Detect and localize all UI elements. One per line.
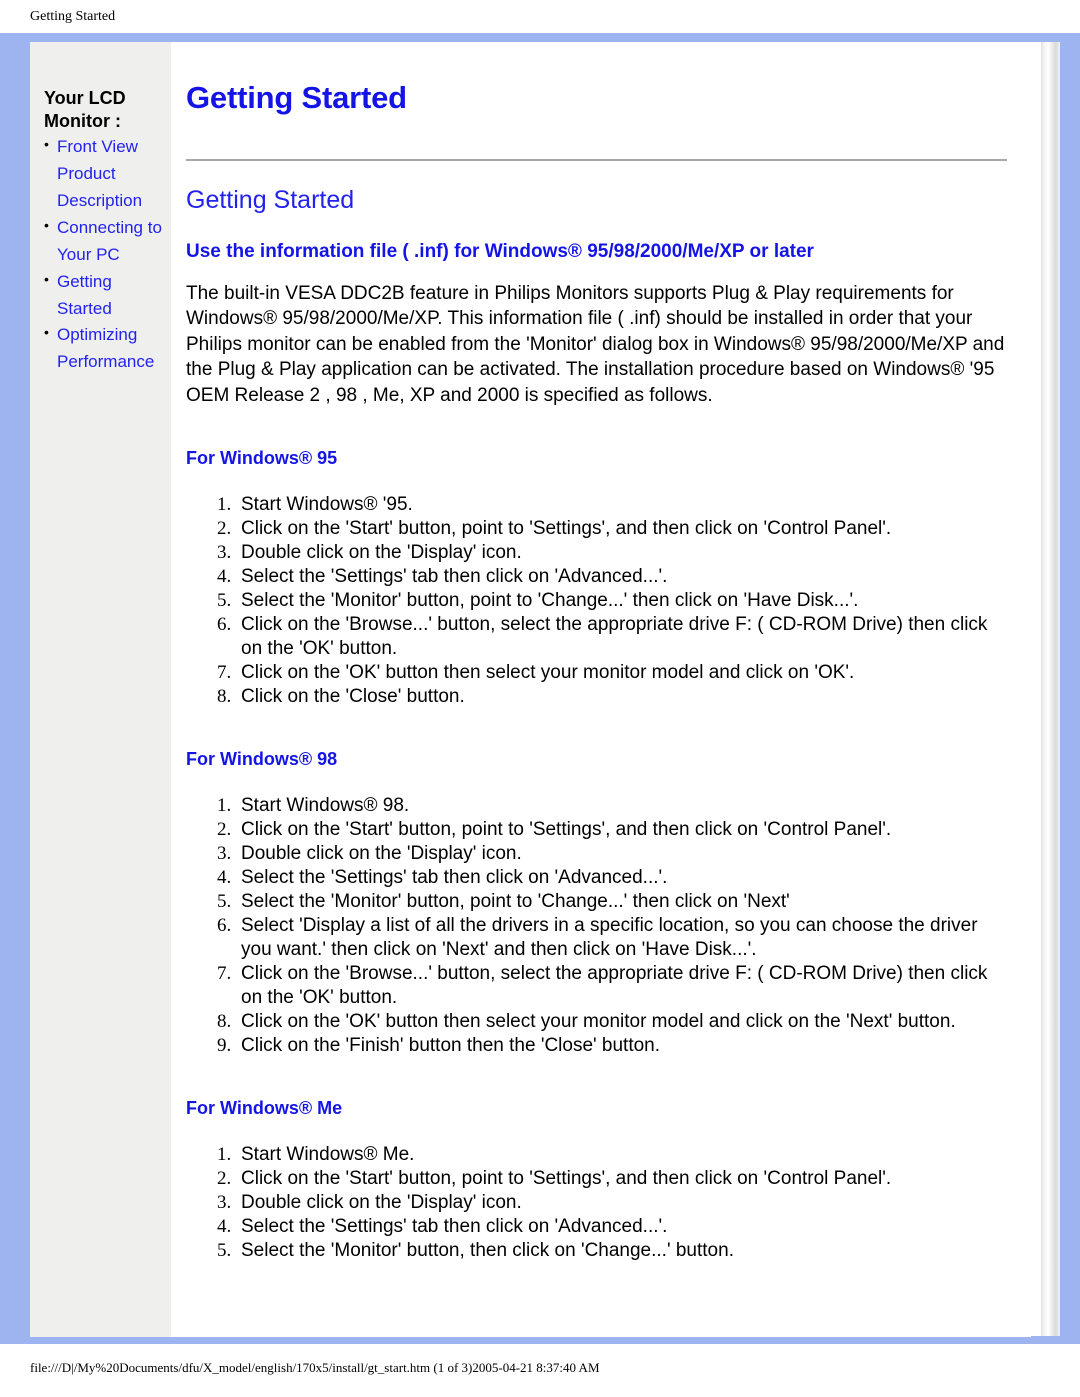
sidebar-item-label[interactable]: Connecting to Your PC [57,218,162,264]
footer-file-path: file:///D|/My%20Documents/dfu/X_model/en… [30,1360,600,1375]
step-item: Start Windows® '95. [236,493,1007,517]
steps-list-windows-95: Start Windows® '95. Click on the 'Start'… [186,493,1007,709]
page-content: Your LCD Monitor : Front View Product De… [30,42,1031,1337]
step-text: Select the 'Monitor' button, then click … [241,1239,734,1261]
vertical-scrollbar[interactable] [1041,42,1060,1336]
step-text: Select the 'Settings' tab then click on … [241,566,668,588]
step-item: Select the 'Settings' tab then click on … [236,866,1007,890]
step-item: Double click on the 'Display' icon. [236,541,1007,565]
page-header: Getting Started [0,0,1080,33]
step-item: Click on the 'Start' button, point to 'S… [236,818,1007,842]
page-footer: file:///D|/My%20Documents/dfu/X_model/en… [0,1344,1080,1397]
sidebar-item-connecting-to-your-pc[interactable]: Connecting to Your PC [44,214,167,269]
step-item: Select the 'Settings' tab then click on … [236,565,1007,589]
step-item: Click on the 'Browse...' button, select … [236,962,1007,1010]
step-text: Click on the 'OK' button then select you… [241,1011,956,1033]
subsection-heading-windows-95: For Windows® 95 [186,448,338,469]
page-header-title: Getting Started [30,9,116,24]
step-text: Double click on the 'Display' icon. [241,842,522,864]
step-item: Click on the 'Browse...' button, select … [236,613,1007,661]
step-item: Click on the 'OK' button then select you… [236,661,1007,685]
step-item: Click on the 'Close' button. [236,685,1007,709]
step-text: Double click on the 'Display' icon. [241,1191,522,1213]
step-text: Start Windows® '95. [241,493,413,515]
section-heading-inf-file: Use the information file ( .inf) for Win… [186,240,814,262]
sidebar-item-label[interactable]: Getting Started [57,272,112,318]
sidebar-item-front-view-product-description[interactable]: Front View Product Description [44,133,167,215]
step-text: Click on the 'Browse...' button, select … [241,614,988,660]
sidebar-link-list: Front View Product Description Connectin… [44,133,167,376]
main-article: Getting Started Getting Started Use the … [171,42,1031,1337]
step-item: Click on the 'Start' button, point to 'S… [236,1167,1007,1191]
step-text: Click on the 'OK' button then select you… [241,662,855,684]
subsection-heading-windows-98: For Windows® 98 [186,749,338,770]
step-item: Start Windows® 98. [236,794,1007,818]
step-text: Click on the 'Start' button, point to 'S… [241,818,892,840]
steps-list-windows-98: Start Windows® 98. Click on the 'Start' … [186,794,1007,1058]
step-text: Click on the 'Start' button, point to 'S… [241,1167,892,1189]
step-text: Click on the 'Start' button, point to 'S… [241,518,892,539]
subsection-heading-windows-me: For Windows® Me [186,1098,343,1119]
step-text: Click on the 'Close' button. [241,686,465,708]
step-text: Start Windows® Me. [241,1143,415,1165]
step-text: Select 'Display a list of all the driver… [241,915,978,961]
step-item: Click on the 'Start' button, point to 'S… [236,517,1007,541]
step-text: Select the 'Settings' tab then click on … [241,866,668,888]
step-text: Double click on the 'Display' icon. [241,542,522,564]
step-item: Double click on the 'Display' icon. [236,842,1007,866]
step-item: Select 'Display a list of all the driver… [236,914,1007,962]
step-item: Click on the 'Finish' button then the 'C… [236,1034,1007,1058]
step-text: Select the 'Monitor' button, point to 'C… [241,890,790,912]
step-text: Select the 'Settings' tab then click on … [241,1215,668,1237]
sidebar-item-optimizing-performance[interactable]: Optimizing Performance [44,321,167,376]
document-subtitle: Getting Started [186,186,355,215]
step-text: Click on the 'Browse...' button, select … [241,963,988,1009]
sidebar-heading: Your LCD Monitor : [44,88,126,131]
step-item: Select the 'Settings' tab then click on … [236,1215,1007,1239]
step-text: Click on the 'Finish' button then the 'C… [241,1035,661,1057]
page-title: Getting Started [186,80,407,115]
sidebar-item-getting-started[interactable]: Getting Started [44,268,167,323]
title-divider [186,159,1007,162]
step-text: Start Windows® 98. [241,794,410,816]
steps-list-windows-me: Start Windows® Me. Click on the 'Start' … [186,1143,1007,1263]
intro-paragraph: The built-in VESA DDC2B feature in Phili… [186,282,1005,406]
step-item: Select the 'Monitor' button, point to 'C… [236,890,1007,914]
step-item: Start Windows® Me. [236,1143,1007,1167]
step-item: Double click on the 'Display' icon. [236,1191,1007,1215]
step-item: Select the 'Monitor' button, point to 'C… [236,589,1007,613]
sidebar-item-label[interactable]: Front View Product Description [57,137,142,210]
step-item: Select the 'Monitor' button, then click … [236,1239,1007,1263]
sidebar-item-label[interactable]: Optimizing Performance [57,325,154,371]
sidebar-navigation: Your LCD Monitor : Front View Product De… [30,42,171,1337]
step-text: Select the 'Monitor' button, point to 'C… [241,590,859,612]
step-item: Click on the 'OK' button then select you… [236,1010,1007,1034]
